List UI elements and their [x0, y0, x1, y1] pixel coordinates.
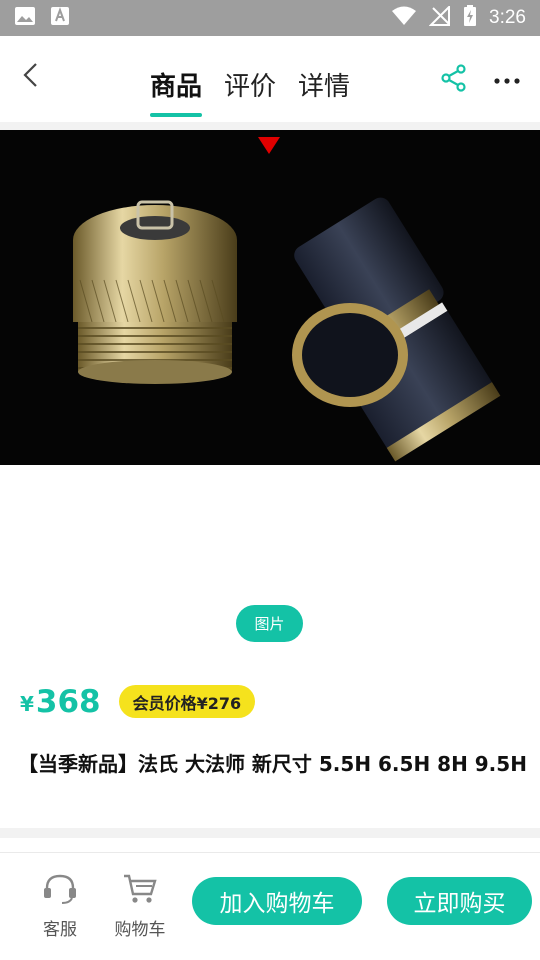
- buy-now-button[interactable]: 立即购买: [387, 877, 532, 925]
- tab-details[interactable]: 详情: [298, 66, 350, 103]
- tab-product[interactable]: 商品: [150, 66, 203, 117]
- text-a-icon: [50, 6, 70, 30]
- bottom-action-bar: 客服 购物车 加入购物车 立即购买: [0, 852, 540, 948]
- share-icon: [440, 64, 468, 96]
- wifi-icon: [391, 6, 417, 30]
- cart-label: 购物车: [114, 920, 166, 940]
- battery-charging-icon: [463, 5, 477, 31]
- content-divider: [0, 828, 540, 838]
- product-image[interactable]: [0, 130, 540, 465]
- headset-icon: [42, 873, 78, 909]
- tab-reviews[interactable]: 评价: [224, 66, 276, 103]
- top-nav-bar: 商品 评价 详情: [0, 36, 540, 122]
- customer-service-button[interactable]: 客服: [30, 873, 90, 940]
- more-button[interactable]: [492, 64, 522, 94]
- product-price: 368: [35, 684, 101, 720]
- gallery-image-toggle[interactable]: 图片: [236, 605, 303, 642]
- status-bar: 3:26: [0, 0, 540, 36]
- back-chevron-icon: [21, 62, 41, 92]
- share-button[interactable]: [440, 64, 470, 94]
- status-time: 3:26: [489, 7, 526, 28]
- no-signal-icon: [428, 4, 451, 30]
- cart-icon: [122, 873, 158, 909]
- member-price-badge: 会员价格¥276: [118, 685, 256, 718]
- more-icon: [493, 70, 521, 89]
- price-row: ¥ 368 会员价格¥276: [20, 684, 256, 720]
- tab-bar: 商品 评价 详情: [150, 66, 350, 117]
- header-divider: [0, 122, 540, 130]
- cart-button[interactable]: 购物车: [110, 873, 170, 940]
- customer-service-label: 客服: [43, 920, 77, 940]
- price-currency-symbol: ¥: [20, 692, 34, 716]
- add-to-cart-button[interactable]: 加入购物车: [192, 877, 362, 925]
- back-button[interactable]: [14, 60, 48, 94]
- image-icon: [14, 6, 36, 30]
- product-title: 【当季新品】法氏 大法师 新尺寸 5.5H 6.5H 8H 9.5H: [18, 752, 527, 776]
